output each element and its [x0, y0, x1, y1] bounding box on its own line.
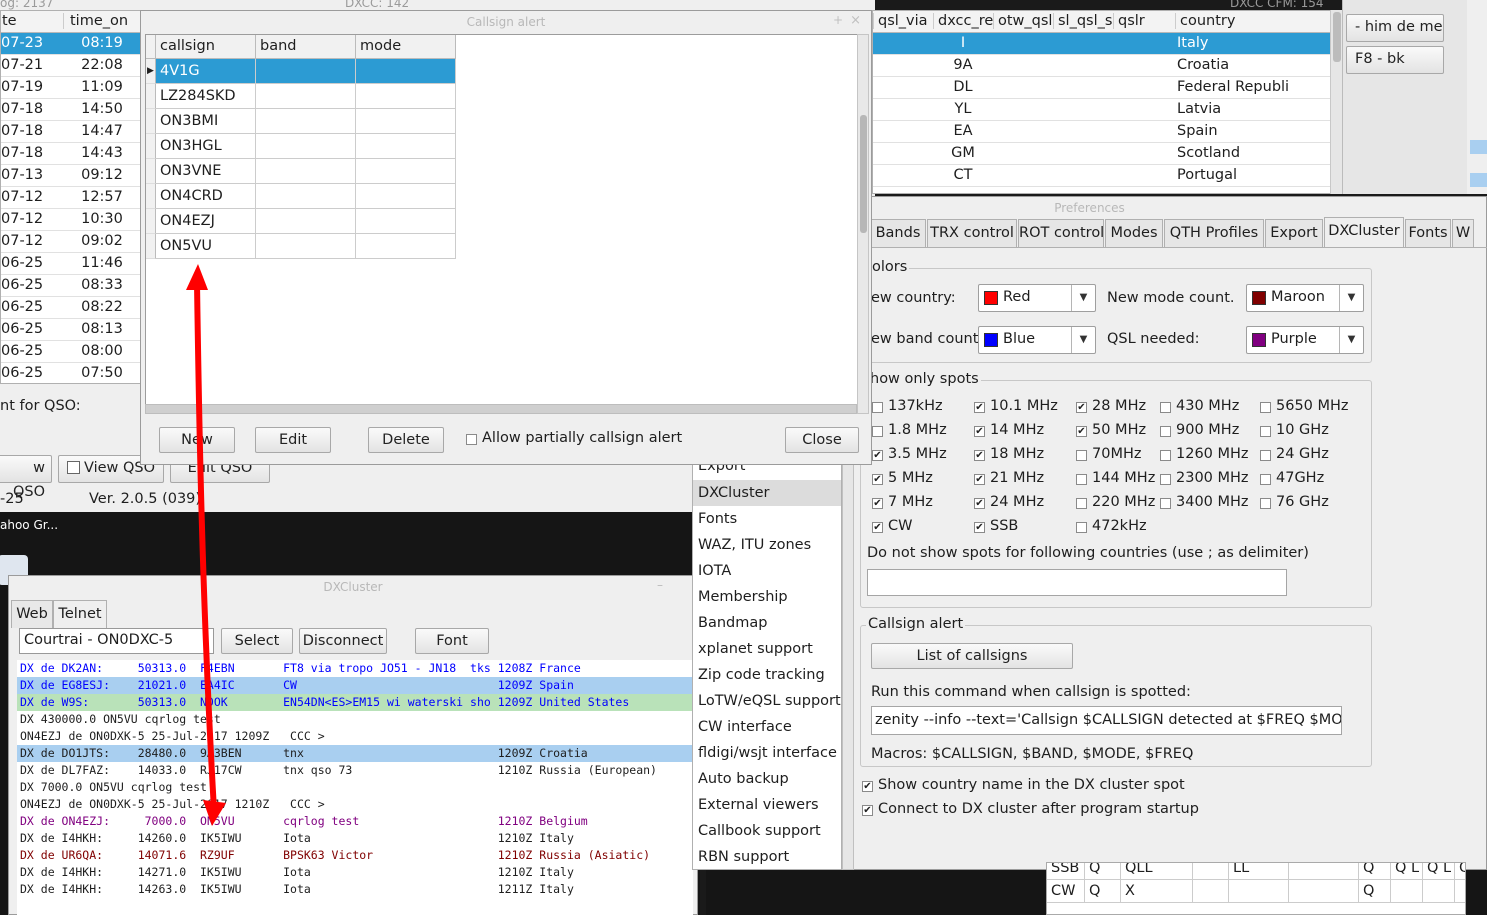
annotation-arrow-head-top	[186, 264, 208, 290]
annotation-arrow	[186, 264, 226, 826]
annotation-arrow-head-bottom	[203, 800, 226, 826]
annotation-arrow-line	[194, 282, 217, 811]
